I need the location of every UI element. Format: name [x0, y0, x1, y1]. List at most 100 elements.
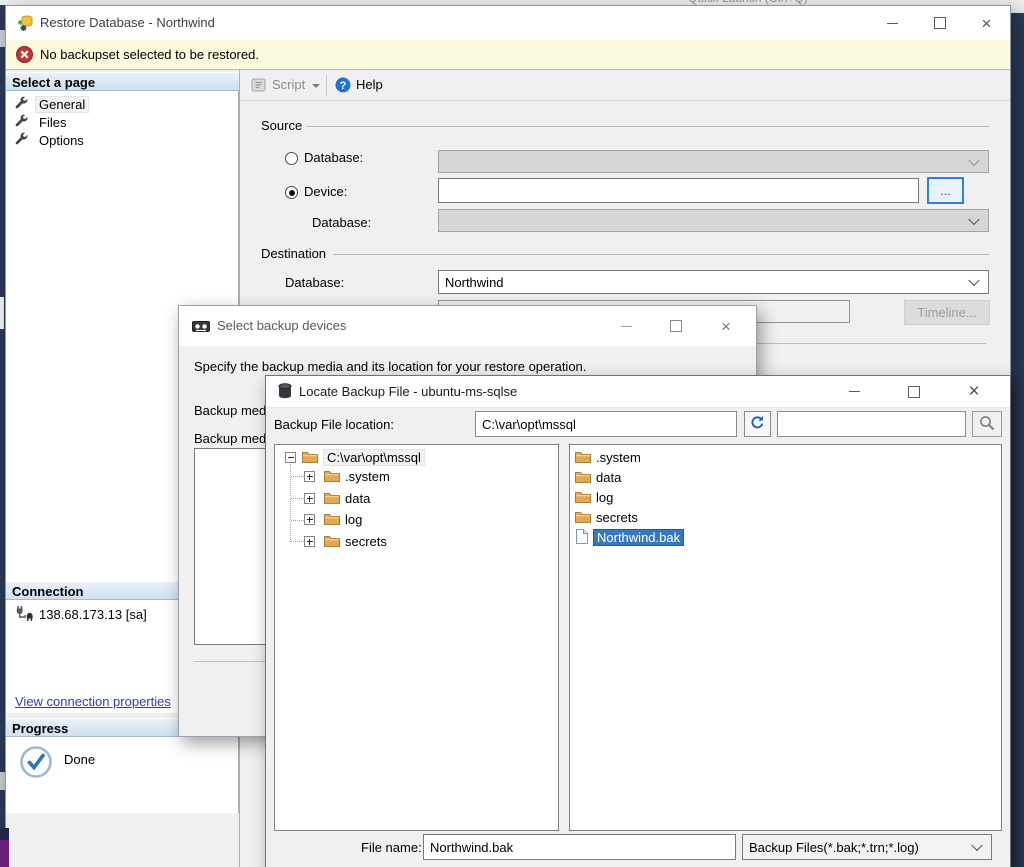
restore-window-titlebar[interactable]: Restore Database - Northwind ×: [6, 6, 1010, 41]
backup-media-label: Backup med: [194, 431, 266, 446]
locate-dialog-titlebar[interactable]: Locate Backup File - ubuntu-ms-sqlse ×: [266, 376, 1010, 408]
svg-text:?: ?: [340, 80, 347, 92]
source-group-label: Source: [261, 118, 302, 133]
error-icon: [16, 46, 33, 66]
backup-media-type-label: Backup med: [194, 403, 266, 418]
restore-database-icon: [16, 14, 34, 34]
wrench-icon: [15, 96, 28, 112]
close-icon[interactable]: ×: [944, 376, 1004, 407]
sidebar-item-options[interactable]: Options: [15, 131, 88, 149]
script-dropdown-caret-icon[interactable]: [312, 84, 320, 88]
tree-connector: [291, 541, 304, 542]
source-device-radio-label: Device:: [304, 184, 347, 199]
source-group-line: [306, 126, 989, 127]
taskbar-corner-dark: [0, 828, 9, 840]
script-button[interactable]: Script: [272, 77, 305, 92]
connection-plug-icon: [15, 606, 35, 624]
taskbar-corner-purple: [0, 840, 9, 867]
tree-connector: [291, 476, 304, 477]
destination-group-label: Destination: [261, 246, 326, 261]
tree-root-node[interactable]: C:\var\opt\mssql: [302, 448, 425, 467]
file-list-item-label: data: [596, 470, 621, 485]
source-database-dropdown-label: Database:: [312, 215, 371, 230]
tree-node-label: secrets: [345, 534, 387, 549]
help-icon: ?: [335, 77, 351, 96]
sidebar-item-label: Files: [35, 115, 70, 130]
maximize-icon[interactable]: [916, 6, 963, 40]
file-list-pane[interactable]: .system data log secrets Northwind.bak: [569, 444, 1002, 831]
help-button[interactable]: Help: [356, 77, 383, 92]
destination-database-value: Northwind: [445, 275, 504, 290]
dropdown-chevron-icon: [971, 840, 982, 851]
minimize-icon[interactable]: [869, 6, 916, 40]
maximize-icon[interactable]: [651, 306, 701, 346]
locate-window-controls: ×: [824, 376, 1004, 407]
folder-tree-pane[interactable]: C:\var\opt\mssql .system data log secret…: [274, 444, 559, 831]
tree-expander-plus-icon[interactable]: [304, 536, 315, 547]
tree-expander-plus-icon[interactable]: [304, 493, 315, 504]
destination-group-line: [333, 254, 989, 255]
select-a-page-header: Select a page: [6, 72, 239, 91]
destination-database-label: Database:: [285, 275, 344, 290]
close-icon[interactable]: ×: [701, 306, 751, 346]
file-list-item-label: Northwind.bak: [593, 529, 684, 546]
devices-dialog-titlebar[interactable]: Select backup devices ×: [179, 306, 756, 346]
background-fragment: [0, 297, 4, 329]
devices-window-controls: ×: [601, 306, 751, 346]
timeline-button[interactable]: Timeline...: [904, 300, 990, 325]
tree-child-node[interactable]: secrets: [324, 532, 387, 551]
tree-child-node[interactable]: log: [324, 510, 362, 529]
folder-icon: [575, 450, 591, 466]
folder-icon: [324, 491, 340, 507]
file-list-item[interactable]: .system: [575, 448, 641, 467]
tree-expander-plus-icon[interactable]: [304, 514, 315, 525]
wrench-icon: [15, 114, 28, 130]
device-path-input[interactable]: [438, 178, 919, 203]
refresh-button[interactable]: [744, 411, 771, 437]
tree-node-label: C:\var\opt\mssql: [323, 449, 425, 466]
folder-icon: [324, 469, 340, 485]
file-list-item[interactable]: data: [575, 468, 621, 487]
source-database-radio[interactable]: [285, 152, 298, 165]
file-list-item[interactable]: secrets: [575, 508, 638, 527]
maximize-icon[interactable]: [884, 376, 944, 407]
browse-devices-button[interactable]: ...: [927, 177, 964, 204]
source-database-combobox: [438, 150, 989, 173]
tree-child-node[interactable]: data: [324, 489, 370, 508]
destination-database-combobox[interactable]: Northwind: [438, 270, 989, 294]
sidebar-item-label: Options: [35, 133, 88, 148]
minimize-icon[interactable]: [601, 306, 651, 346]
tree-child-node[interactable]: .system: [324, 467, 390, 486]
window-controls: ×: [869, 6, 1010, 40]
minimize-icon[interactable]: [824, 376, 884, 407]
sidebar-item-files[interactable]: Files: [15, 113, 70, 131]
source-database-radio-label: Database:: [304, 150, 363, 165]
file-type-combobox[interactable]: Backup Files(*.bak;*.trn;*.log): [742, 834, 992, 860]
folder-icon: [575, 490, 591, 506]
tree-node-label: log: [345, 512, 362, 527]
file-list-item[interactable]: log: [575, 488, 613, 507]
progress-status: Done: [64, 752, 95, 767]
window-title: Restore Database - Northwind: [40, 6, 215, 40]
view-connection-properties-link[interactable]: View connection properties: [15, 694, 171, 709]
file-name-input[interactable]: Northwind.bak: [423, 834, 736, 860]
tree-node-label: .system: [345, 469, 390, 484]
tree-expander-minus-icon[interactable]: [285, 452, 296, 463]
backup-file-location-input[interactable]: C:\var\opt\mssql: [475, 411, 737, 437]
file-list-item-selected[interactable]: Northwind.bak: [576, 528, 684, 547]
source-device-radio[interactable]: [285, 186, 298, 199]
source-backup-database-combobox: [438, 209, 989, 232]
locate-backup-file-dialog: Locate Backup File - ubuntu-ms-sqlse × B…: [265, 375, 1011, 867]
tree-expander-plus-icon[interactable]: [304, 471, 315, 482]
folder-icon: [575, 510, 591, 526]
search-input[interactable]: [777, 411, 966, 437]
dropdown-chevron-icon: [968, 213, 979, 224]
connection-value: 138.68.173.13 [sa]: [39, 607, 147, 622]
close-icon[interactable]: ×: [963, 6, 1010, 40]
sidebar-item-general[interactable]: General: [15, 95, 89, 113]
sidebar-item-label: General: [35, 96, 89, 113]
file-name-label: File name:: [361, 840, 422, 855]
search-button[interactable]: [972, 411, 1002, 437]
background-titlebar-corner: [1009, 0, 1024, 13]
warning-text: No backupset selected to be restored.: [40, 40, 259, 69]
